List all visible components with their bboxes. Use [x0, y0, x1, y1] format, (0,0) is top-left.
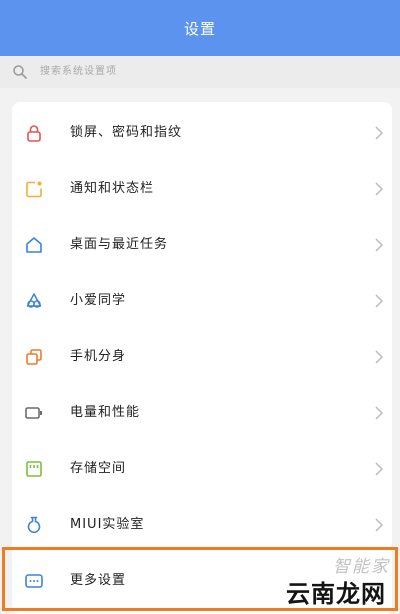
settings-item-label: 电量和性能 [70, 405, 141, 420]
battery-icon [25, 407, 42, 419]
settings-item-storage[interactable]: 存储空间 [12, 441, 392, 497]
search-bar[interactable]: 搜索系统设置项 [0, 56, 400, 88]
search-input[interactable]: 搜索系统设置项 [40, 64, 117, 80]
xiaoai-icon [26, 293, 42, 308]
home-icon [26, 237, 42, 253]
lab-icon [27, 516, 41, 534]
settings-item-label: 存储空间 [70, 461, 127, 476]
chevron-right-icon [375, 238, 383, 252]
settings-item-label: 小爱同学 [70, 293, 127, 308]
settings-item-battery[interactable]: 电量和性能 [12, 385, 392, 441]
more-icon [25, 574, 43, 588]
chevron-right-icon [375, 406, 383, 420]
settings-item-notifications[interactable]: 通知和状态栏 [12, 161, 392, 217]
settings-item-desktop[interactable]: 桌面与最近任务 [12, 217, 392, 273]
settings-item-miui-lab[interactable]: MIUI实验室 [12, 497, 392, 553]
settings-item-second-space[interactable]: 手机分身 [12, 329, 392, 385]
app-header: 设置 [0, 0, 400, 56]
second-space-icon [26, 349, 42, 365]
chevron-right-icon [375, 350, 383, 364]
storage-icon [26, 461, 42, 477]
settings-item-label: 桌面与最近任务 [70, 237, 169, 252]
chevron-right-icon [375, 518, 383, 532]
lock-icon [27, 125, 41, 142]
notification-icon [26, 181, 42, 198]
chevron-right-icon [375, 462, 383, 476]
settings-item-label: 通知和状态栏 [70, 181, 155, 196]
settings-item-label: 锁屏、密码和指纹 [70, 125, 183, 140]
search-icon [13, 65, 27, 79]
chevron-right-icon [375, 182, 383, 196]
settings-item-xiaoai[interactable]: 小爱同学 [12, 273, 392, 329]
chevron-right-icon [375, 126, 383, 140]
settings-list: 锁屏、密码和指纹 通知和状态栏 桌面与最近任务 小爱同学 手机分身 电量和性能 … [12, 102, 392, 614]
page-title: 设置 [183, 19, 216, 38]
chevron-right-icon [375, 294, 383, 308]
settings-item-label: 手机分身 [70, 349, 127, 364]
watermark-logo: 云南龙网 [286, 580, 386, 608]
settings-item-lock-screen[interactable]: 锁屏、密码和指纹 [12, 105, 392, 161]
settings-item-label: 更多设置 [70, 573, 127, 588]
settings-item-label: MIUI实验室 [70, 517, 145, 532]
